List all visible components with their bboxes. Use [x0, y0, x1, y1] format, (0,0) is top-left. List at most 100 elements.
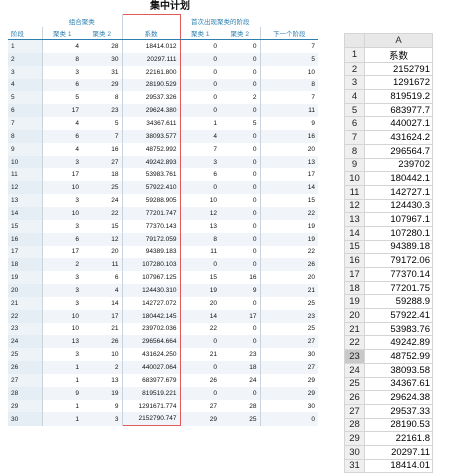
coefficient-cell: 2152790.747: [121, 412, 181, 427]
spreadsheet-cell[interactable]: 20297.11: [364, 444, 433, 460]
spreadsheet-cell[interactable]: 49242.89: [364, 335, 433, 351]
spreadsheet-cell[interactable]: 2152791: [364, 61, 433, 77]
row-header[interactable]: 16: [344, 253, 365, 268]
spreadsheet-cell[interactable]: 38093.58: [364, 362, 433, 378]
spreadsheet-cell[interactable]: 53983.76: [364, 321, 433, 337]
cluster2-cell: 7: [82, 129, 123, 143]
row-header[interactable]: 5: [344, 102, 365, 118]
next-stage-cell: 16: [260, 129, 318, 143]
select-all-corner[interactable]: [344, 33, 365, 48]
spreadsheet-cell[interactable]: 59288.9: [364, 294, 433, 310]
next-stage-cell: 7: [311, 42, 315, 50]
spreadsheet-cell[interactable]: 107967.1: [364, 212, 433, 227]
stage-cell: 10: [8, 155, 43, 169]
row-header[interactable]: 8: [344, 143, 365, 159]
spreadsheet-cell[interactable]: 18414.01: [364, 458, 433, 473]
next-stage-cell: 7: [311, 94, 315, 102]
first-cluster2-cell: 0: [220, 219, 261, 233]
next-stage-cell: 25: [307, 325, 315, 333]
first-cluster1-cell: 19: [180, 284, 220, 297]
row-header[interactable]: 6: [344, 116, 365, 132]
spreadsheet-cell[interactable]: 77370.14: [364, 267, 433, 282]
row-header[interactable]: 7: [344, 130, 365, 145]
spreadsheet-row: 24 38093.58: [344, 362, 433, 378]
row-header[interactable]: 21: [344, 321, 365, 337]
row-header[interactable]: 30: [344, 444, 365, 460]
first-cluster2-cell: 0: [220, 258, 261, 272]
stage-cell: 4: [8, 78, 43, 92]
row-header[interactable]: 10: [344, 171, 365, 186]
row-header[interactable]: 22: [344, 335, 365, 351]
row-header[interactable]: 2: [344, 61, 365, 77]
column-header-coefficient: 系数: [121, 27, 181, 40]
coefficient-cell: 124430.310: [121, 284, 181, 297]
row-header[interactable]: 14: [344, 225, 365, 241]
spreadsheet-row: 28 28190.53: [344, 417, 433, 433]
row-header[interactable]: 15: [344, 239, 365, 255]
spreadsheet-row: 8 296564.7: [344, 143, 433, 159]
coefficient-cell: 79172.059: [121, 232, 181, 246]
row-header[interactable]: 27: [344, 403, 365, 419]
row-header[interactable]: 13: [344, 212, 365, 227]
row-header[interactable]: 9: [344, 157, 365, 173]
spreadsheet-cell[interactable]: 180442.1: [364, 171, 433, 186]
spreadsheet-cell[interactable]: 28190.53: [364, 417, 433, 433]
row-header[interactable]: 12: [344, 198, 365, 214]
row-header[interactable]: 11: [344, 184, 365, 200]
row-header[interactable]: 17: [344, 267, 365, 282]
row-header[interactable]: 4: [344, 89, 365, 104]
row-header[interactable]: 28: [344, 417, 365, 433]
row-header[interactable]: 20: [344, 308, 365, 323]
stage-cell: 16: [8, 232, 43, 246]
first-cluster1-cell: 0: [213, 94, 217, 102]
spreadsheet-cell[interactable]: 22161.8: [364, 431, 433, 446]
next-stage-cell: 27: [260, 361, 318, 374]
spreadsheet-cell[interactable]: 34367.61: [364, 376, 433, 392]
row-header[interactable]: 18: [344, 280, 365, 296]
stage-cell: 17: [8, 245, 43, 259]
spreadsheet-cell[interactable]: 57922.41: [364, 308, 433, 323]
row-header[interactable]: 3: [344, 75, 365, 91]
cluster1-cell: 3: [75, 68, 79, 76]
first-cluster2-cell: 9: [220, 284, 261, 297]
row-header[interactable]: 31: [344, 458, 365, 473]
column-header-a[interactable]: A: [364, 33, 433, 48]
spreadsheet-cell[interactable]: 94389.18: [364, 239, 433, 255]
first-cluster1-cell: 8: [180, 232, 220, 246]
spreadsheet-cell[interactable]: 440027.1: [364, 116, 433, 132]
next-stage-cell: 30: [307, 402, 315, 410]
spreadsheet-cell[interactable]: 29624.38: [364, 390, 433, 405]
cluster2-cell: 5: [82, 117, 123, 130]
first-cluster1-cell: 0: [213, 42, 217, 50]
spreadsheet-cell[interactable]: 142727.1: [364, 184, 433, 200]
coefficient-cell: 94389.183: [121, 245, 181, 259]
spreadsheet-cell[interactable]: 296564.7: [364, 143, 433, 159]
first-cluster2-cell: 0: [220, 39, 261, 53]
spreadsheet-cell[interactable]: 239702: [364, 157, 433, 173]
stage-cell: 3: [8, 65, 43, 79]
cluster2-cell: 15: [82, 219, 123, 233]
spreadsheet-cell[interactable]: 48752.99: [364, 349, 433, 364]
spreadsheet-cell[interactable]: 107280.1: [364, 225, 433, 241]
row-header[interactable]: 23: [344, 349, 365, 364]
spreadsheet-cell[interactable]: 1291672: [364, 75, 433, 91]
spreadsheet-header-cell[interactable]: 系数: [364, 46, 433, 63]
spreadsheet-cell[interactable]: 29537.33: [364, 403, 433, 419]
row-header[interactable]: 25: [344, 376, 365, 392]
table-row: 24 13 26 296564.664 0 0 27: [8, 335, 318, 349]
row-header[interactable]: 29: [344, 431, 365, 446]
row-header[interactable]: 26: [344, 390, 365, 405]
row-header[interactable]: 1: [344, 46, 365, 63]
row-header[interactable]: 19: [344, 294, 365, 310]
cluster1-cell: 9: [42, 386, 82, 400]
first-cluster2-cell: 24: [220, 373, 261, 387]
spreadsheet-cell[interactable]: 124430.3: [364, 198, 433, 214]
table-row: 3 3 31 22161.800 0 0 10: [8, 65, 318, 79]
spreadsheet-cell[interactable]: 77201.75: [364, 280, 433, 296]
row-header[interactable]: 24: [344, 362, 365, 378]
next-stage-cell: 9: [311, 119, 315, 127]
spreadsheet-cell[interactable]: 819519.2: [364, 89, 433, 104]
spreadsheet-cell[interactable]: 79172.06: [364, 253, 433, 268]
spreadsheet-cell[interactable]: 431624.2: [364, 130, 433, 145]
spreadsheet-cell[interactable]: 683977.7: [364, 102, 433, 118]
